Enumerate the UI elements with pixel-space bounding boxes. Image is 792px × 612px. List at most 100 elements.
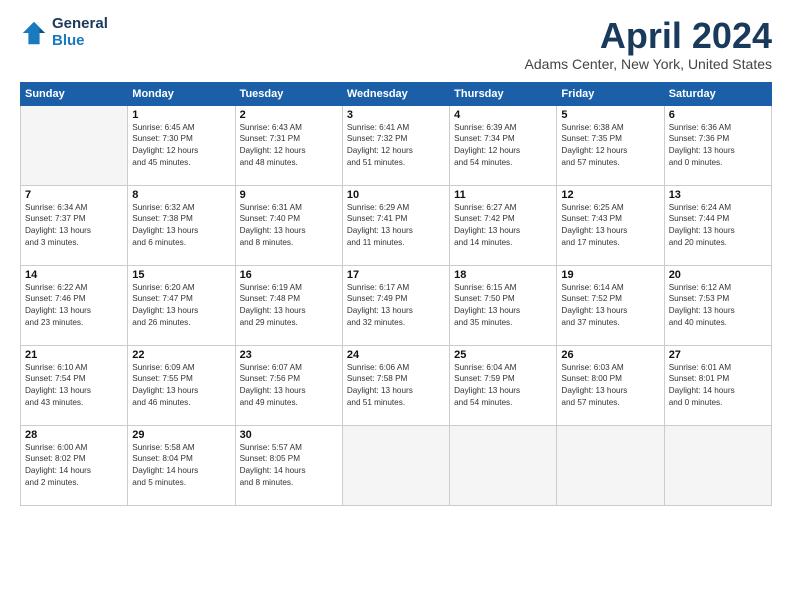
day-info: Sunrise: 6:45 AM Sunset: 7:30 PM Dayligh… — [132, 122, 230, 170]
day-info: Sunrise: 6:06 AM Sunset: 7:58 PM Dayligh… — [347, 362, 445, 410]
day-info: Sunrise: 6:15 AM Sunset: 7:50 PM Dayligh… — [454, 282, 552, 330]
week-row-2: 7Sunrise: 6:34 AM Sunset: 7:37 PM Daylig… — [21, 185, 772, 265]
day-number: 6 — [669, 109, 767, 121]
calendar-cell: 4Sunrise: 6:39 AM Sunset: 7:34 PM Daylig… — [450, 105, 557, 185]
title-block: April 2024 Adams Center, New York, Unite… — [525, 16, 772, 72]
day-info: Sunrise: 6:10 AM Sunset: 7:54 PM Dayligh… — [25, 362, 123, 410]
calendar-cell: 7Sunrise: 6:34 AM Sunset: 7:37 PM Daylig… — [21, 185, 128, 265]
day-info: Sunrise: 5:58 AM Sunset: 8:04 PM Dayligh… — [132, 442, 230, 490]
day-number: 16 — [240, 269, 338, 281]
calendar-cell: 5Sunrise: 6:38 AM Sunset: 7:35 PM Daylig… — [557, 105, 664, 185]
day-number: 21 — [25, 349, 123, 361]
page: General Blue April 2024 Adams Center, Ne… — [0, 0, 792, 612]
day-number: 24 — [347, 349, 445, 361]
calendar-cell: 22Sunrise: 6:09 AM Sunset: 7:55 PM Dayli… — [128, 345, 235, 425]
day-number: 5 — [561, 109, 659, 121]
day-header-tuesday: Tuesday — [235, 82, 342, 105]
day-header-sunday: Sunday — [21, 82, 128, 105]
day-number: 12 — [561, 189, 659, 201]
day-header-monday: Monday — [128, 82, 235, 105]
logo-text: General Blue — [52, 16, 108, 49]
day-info: Sunrise: 6:20 AM Sunset: 7:47 PM Dayligh… — [132, 282, 230, 330]
main-title: April 2024 — [525, 16, 772, 56]
calendar-cell: 19Sunrise: 6:14 AM Sunset: 7:52 PM Dayli… — [557, 265, 664, 345]
day-number: 15 — [132, 269, 230, 281]
day-info: Sunrise: 6:41 AM Sunset: 7:32 PM Dayligh… — [347, 122, 445, 170]
day-number: 10 — [347, 189, 445, 201]
calendar-cell: 29Sunrise: 5:58 AM Sunset: 8:04 PM Dayli… — [128, 425, 235, 505]
calendar-cell: 23Sunrise: 6:07 AM Sunset: 7:56 PM Dayli… — [235, 345, 342, 425]
calendar-cell: 8Sunrise: 6:32 AM Sunset: 7:38 PM Daylig… — [128, 185, 235, 265]
calendar-cell: 13Sunrise: 6:24 AM Sunset: 7:44 PM Dayli… — [664, 185, 771, 265]
day-info: Sunrise: 6:25 AM Sunset: 7:43 PM Dayligh… — [561, 202, 659, 250]
day-number: 9 — [240, 189, 338, 201]
calendar-cell: 9Sunrise: 6:31 AM Sunset: 7:40 PM Daylig… — [235, 185, 342, 265]
calendar-cell: 25Sunrise: 6:04 AM Sunset: 7:59 PM Dayli… — [450, 345, 557, 425]
calendar-cell: 27Sunrise: 6:01 AM Sunset: 8:01 PM Dayli… — [664, 345, 771, 425]
calendar-cell: 16Sunrise: 6:19 AM Sunset: 7:48 PM Dayli… — [235, 265, 342, 345]
week-row-1: 1Sunrise: 6:45 AM Sunset: 7:30 PM Daylig… — [21, 105, 772, 185]
calendar-cell: 24Sunrise: 6:06 AM Sunset: 7:58 PM Dayli… — [342, 345, 449, 425]
day-number: 19 — [561, 269, 659, 281]
day-info: Sunrise: 6:32 AM Sunset: 7:38 PM Dayligh… — [132, 202, 230, 250]
day-header-wednesday: Wednesday — [342, 82, 449, 105]
day-number: 25 — [454, 349, 552, 361]
week-row-4: 21Sunrise: 6:10 AM Sunset: 7:54 PM Dayli… — [21, 345, 772, 425]
day-number: 7 — [25, 189, 123, 201]
day-info: Sunrise: 5:57 AM Sunset: 8:05 PM Dayligh… — [240, 442, 338, 490]
day-number: 22 — [132, 349, 230, 361]
day-number: 29 — [132, 429, 230, 441]
calendar-cell: 28Sunrise: 6:00 AM Sunset: 8:02 PM Dayli… — [21, 425, 128, 505]
day-header-thursday: Thursday — [450, 82, 557, 105]
calendar-cell — [450, 425, 557, 505]
calendar-cell: 3Sunrise: 6:41 AM Sunset: 7:32 PM Daylig… — [342, 105, 449, 185]
calendar-cell — [557, 425, 664, 505]
day-info: Sunrise: 6:31 AM Sunset: 7:40 PM Dayligh… — [240, 202, 338, 250]
calendar-cell — [21, 105, 128, 185]
calendar-cell: 6Sunrise: 6:36 AM Sunset: 7:36 PM Daylig… — [664, 105, 771, 185]
day-number: 23 — [240, 349, 338, 361]
day-number: 4 — [454, 109, 552, 121]
calendar-cell: 2Sunrise: 6:43 AM Sunset: 7:31 PM Daylig… — [235, 105, 342, 185]
day-number: 11 — [454, 189, 552, 201]
day-number: 30 — [240, 429, 338, 441]
calendar-cell: 20Sunrise: 6:12 AM Sunset: 7:53 PM Dayli… — [664, 265, 771, 345]
week-row-3: 14Sunrise: 6:22 AM Sunset: 7:46 PM Dayli… — [21, 265, 772, 345]
day-info: Sunrise: 6:34 AM Sunset: 7:37 PM Dayligh… — [25, 202, 123, 250]
day-info: Sunrise: 6:22 AM Sunset: 7:46 PM Dayligh… — [25, 282, 123, 330]
day-number: 28 — [25, 429, 123, 441]
week-row-5: 28Sunrise: 6:00 AM Sunset: 8:02 PM Dayli… — [21, 425, 772, 505]
day-info: Sunrise: 6:04 AM Sunset: 7:59 PM Dayligh… — [454, 362, 552, 410]
calendar-cell: 30Sunrise: 5:57 AM Sunset: 8:05 PM Dayli… — [235, 425, 342, 505]
day-number: 26 — [561, 349, 659, 361]
day-info: Sunrise: 6:39 AM Sunset: 7:34 PM Dayligh… — [454, 122, 552, 170]
day-number: 2 — [240, 109, 338, 121]
day-number: 20 — [669, 269, 767, 281]
day-info: Sunrise: 6:29 AM Sunset: 7:41 PM Dayligh… — [347, 202, 445, 250]
day-header-saturday: Saturday — [664, 82, 771, 105]
day-info: Sunrise: 6:17 AM Sunset: 7:49 PM Dayligh… — [347, 282, 445, 330]
calendar-cell — [342, 425, 449, 505]
calendar-cell: 26Sunrise: 6:03 AM Sunset: 8:00 PM Dayli… — [557, 345, 664, 425]
day-number: 1 — [132, 109, 230, 121]
calendar-cell: 21Sunrise: 6:10 AM Sunset: 7:54 PM Dayli… — [21, 345, 128, 425]
day-info: Sunrise: 6:03 AM Sunset: 8:00 PM Dayligh… — [561, 362, 659, 410]
day-number: 17 — [347, 269, 445, 281]
day-number: 14 — [25, 269, 123, 281]
calendar-cell: 17Sunrise: 6:17 AM Sunset: 7:49 PM Dayli… — [342, 265, 449, 345]
day-info: Sunrise: 6:09 AM Sunset: 7:55 PM Dayligh… — [132, 362, 230, 410]
day-info: Sunrise: 6:12 AM Sunset: 7:53 PM Dayligh… — [669, 282, 767, 330]
day-info: Sunrise: 6:38 AM Sunset: 7:35 PM Dayligh… — [561, 122, 659, 170]
day-info: Sunrise: 6:01 AM Sunset: 8:01 PM Dayligh… — [669, 362, 767, 410]
logo-icon — [20, 19, 48, 47]
calendar-cell — [664, 425, 771, 505]
logo: General Blue — [20, 16, 108, 49]
header: General Blue April 2024 Adams Center, Ne… — [20, 16, 772, 72]
day-header-friday: Friday — [557, 82, 664, 105]
day-info: Sunrise: 6:19 AM Sunset: 7:48 PM Dayligh… — [240, 282, 338, 330]
calendar-cell: 12Sunrise: 6:25 AM Sunset: 7:43 PM Dayli… — [557, 185, 664, 265]
calendar-cell: 11Sunrise: 6:27 AM Sunset: 7:42 PM Dayli… — [450, 185, 557, 265]
subtitle: Adams Center, New York, United States — [525, 56, 772, 72]
day-info: Sunrise: 6:36 AM Sunset: 7:36 PM Dayligh… — [669, 122, 767, 170]
day-number: 8 — [132, 189, 230, 201]
